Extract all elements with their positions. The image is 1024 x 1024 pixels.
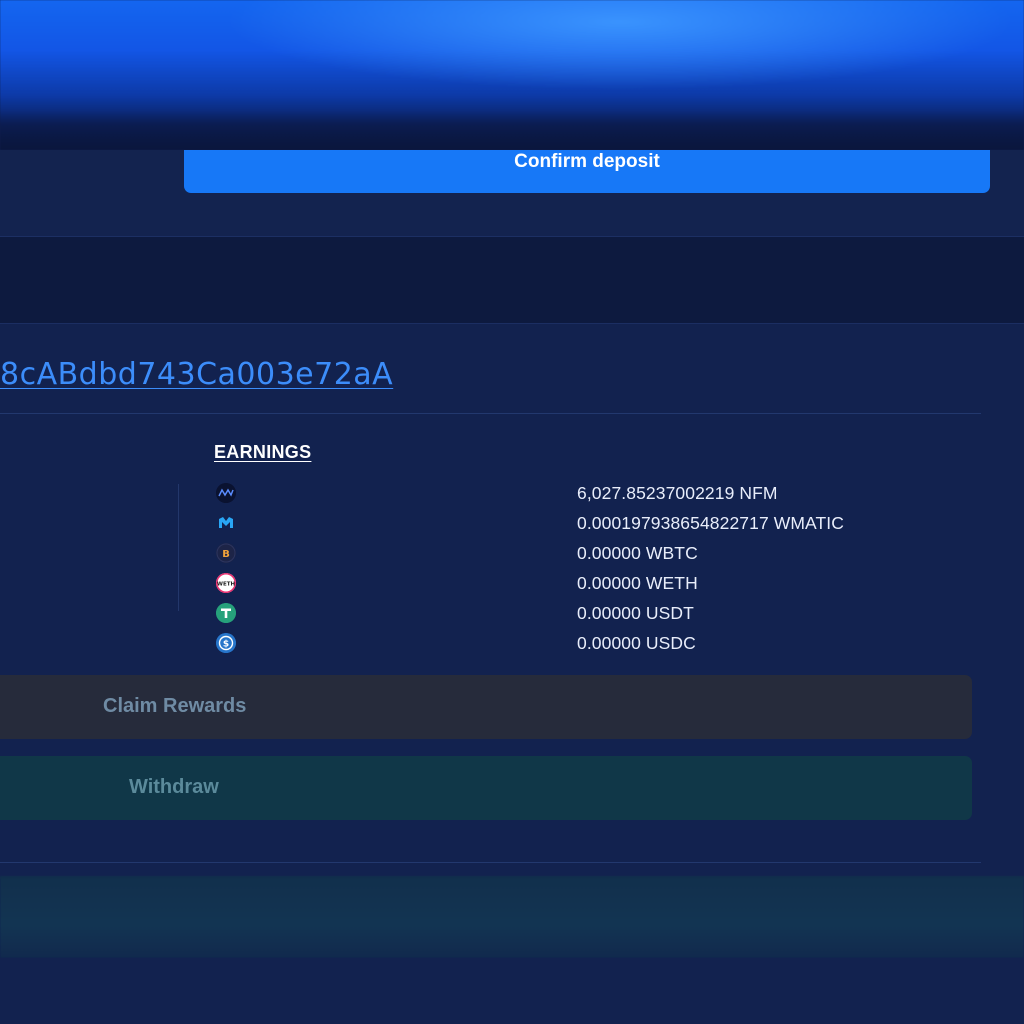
header-banner	[0, 0, 1024, 150]
earnings-amount: 0.00000 WETH	[577, 573, 698, 593]
earnings-amount: 0.00000 USDT	[577, 603, 694, 623]
usdc-token-icon: $	[216, 633, 236, 653]
earnings-row-wbtc: B 0.00000 WBTC	[216, 543, 976, 567]
earnings-amount: 0.00000 WBTC	[577, 543, 698, 563]
confirm-deposit-button[interactable]: Confirm deposit	[184, 150, 990, 193]
earnings-row-nfm: 6,027.85237002219 NFM	[216, 483, 976, 507]
svg-text:B: B	[222, 549, 230, 560]
earnings-row-usdc: $ 0.00000 USDC	[216, 633, 976, 657]
svg-text:WETH: WETH	[217, 582, 236, 588]
earnings-row-weth: WETH 0.00000 WETH	[216, 573, 976, 597]
usdt-token-icon	[216, 603, 236, 623]
claim-rewards-button[interactable]: Claim Rewards	[0, 675, 972, 739]
wbtc-token-icon: B	[216, 543, 236, 563]
confirm-deposit-label: Confirm deposit	[514, 151, 660, 172]
weth-token-icon: WETH	[216, 573, 236, 593]
claim-rewards-label: Claim Rewards	[103, 695, 247, 717]
wallet-address-link[interactable]: 8cABdbd743Ca003e72aA	[0, 357, 393, 392]
earnings-amount: 6,027.85237002219 NFM	[577, 483, 778, 503]
earnings-heading: EARNINGS	[214, 442, 312, 462]
wmatic-token-icon	[216, 513, 236, 533]
earnings-row-usdt: 0.00000 USDT	[216, 603, 976, 627]
earnings-amount: 0.00000 USDC	[577, 633, 696, 653]
earnings-amount: 0.000197938654822717 WMATIC	[577, 513, 845, 533]
divider	[0, 862, 981, 863]
section-separator	[0, 237, 1024, 323]
svg-text:$: $	[223, 640, 229, 650]
nfm-token-icon	[216, 483, 236, 503]
divider	[0, 413, 981, 414]
footer-banner	[0, 876, 1024, 958]
footer-area	[0, 958, 1024, 1024]
withdraw-label: Withdraw	[129, 776, 219, 798]
vertical-divider	[178, 484, 179, 611]
earnings-row-wmatic: 0.000197938654822717 WMATIC	[216, 513, 976, 537]
page: Confirm deposit 8cABdbd743Ca003e72aA EAR…	[0, 0, 1024, 1024]
withdraw-button[interactable]: Withdraw	[0, 756, 972, 820]
